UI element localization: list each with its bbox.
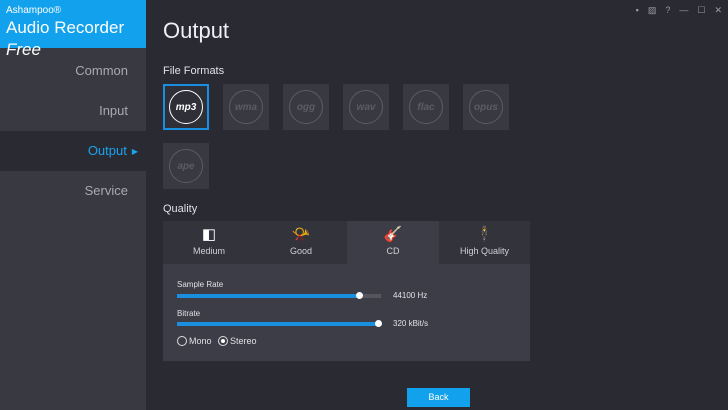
sample-rate-value: 44100 Hz: [393, 291, 428, 300]
tab-good[interactable]: 📯 Good: [255, 221, 347, 264]
format-label: ape: [169, 149, 203, 183]
horn-icon: 📯: [291, 226, 311, 243]
tab-cd[interactable]: 🎸 CD: [347, 221, 439, 264]
speaker-icon: ◧: [201, 226, 217, 243]
format-label: mp3: [169, 90, 203, 124]
edit-icon[interactable]: ▨: [648, 5, 657, 16]
sidebar-item-label: Output: [87, 143, 127, 158]
note-icon[interactable]: ▪: [636, 5, 639, 16]
caret-right-icon: ▶: [131, 147, 138, 156]
format-label: ogg: [289, 90, 323, 124]
slider-thumb[interactable]: [355, 292, 363, 299]
format-label: opus: [469, 90, 503, 124]
conductor-icon: 🕴: [475, 226, 494, 243]
format-mp3[interactable]: mp3: [163, 84, 209, 130]
bitrate-slider[interactable]: [177, 320, 382, 327]
format-wma[interactable]: wma: [223, 84, 269, 130]
slider-fill: [177, 294, 359, 298]
slider-thumb[interactable]: [375, 320, 382, 327]
bitrate-label: Bitrate: [177, 309, 201, 318]
help-icon[interactable]: ?: [665, 5, 670, 16]
sidebar-item-label: Service: [84, 183, 128, 198]
format-ape[interactable]: ape: [163, 143, 209, 189]
close-icon[interactable]: ✕: [714, 5, 722, 16]
file-formats-heading: File Formats: [163, 65, 225, 77]
sidebar-item-output[interactable]: Output ▶: [0, 131, 146, 171]
format-label: wma: [229, 90, 263, 124]
sample-rate-slider[interactable]: [177, 292, 381, 299]
mono-radio[interactable]: Mono: [177, 336, 212, 346]
tab-label: CD: [386, 246, 400, 256]
app-brand: Ashampoo® Audio Recorder Free: [0, 0, 146, 59]
page-title: Output: [163, 18, 230, 43]
bitrate-value: 320 kBit/s: [393, 319, 429, 328]
tab-label: Good: [289, 246, 313, 256]
sidebar-item-label: Common: [75, 63, 128, 78]
quality-heading: Quality: [163, 203, 198, 215]
format-label: wav: [349, 90, 383, 124]
tab-label: High Quality: [459, 246, 510, 256]
brand-title-main: Audio Recorder: [6, 18, 125, 37]
format-label: flac: [409, 90, 443, 124]
format-ogg[interactable]: ogg: [283, 84, 329, 130]
brand-company: Ashampoo®: [6, 5, 62, 16]
minimize-icon[interactable]: —: [679, 5, 688, 16]
format-flac[interactable]: flac: [403, 84, 449, 130]
radio-label: Mono: [189, 336, 212, 346]
slider-fill: [177, 322, 378, 326]
tab-medium[interactable]: ◧ Medium: [163, 221, 255, 264]
radio-circle-checked: [218, 336, 228, 346]
format-wav[interactable]: wav: [343, 84, 389, 130]
sidebar-item-input[interactable]: Input: [0, 91, 146, 131]
format-opus[interactable]: opus: [463, 84, 509, 130]
window-controls: ▪ ▨ ? — ☐ ✕: [636, 5, 722, 16]
sidebar-item-label: Input: [99, 103, 128, 118]
tab-label: Medium: [192, 246, 225, 256]
quality-settings-panel: Sample Rate 44100 Hz Bitrate 320 kBit/s …: [163, 264, 530, 361]
guitar-icon: 🎸: [383, 226, 403, 243]
stereo-radio[interactable]: Stereo: [218, 336, 257, 346]
sample-rate-label: Sample Rate: [177, 280, 224, 289]
sidebar-item-service[interactable]: Service: [0, 171, 146, 211]
radio-label: Stereo: [230, 336, 257, 346]
sidebar: Ashampoo® Audio Recorder Free Common Inp…: [0, 0, 146, 410]
maximize-icon[interactable]: ☐: [697, 5, 705, 16]
tab-high-quality[interactable]: 🕴 High Quality: [439, 221, 530, 264]
sidebar-item-common[interactable]: Common: [0, 51, 146, 91]
radio-circle: [177, 336, 187, 346]
back-button[interactable]: Back: [407, 388, 470, 407]
